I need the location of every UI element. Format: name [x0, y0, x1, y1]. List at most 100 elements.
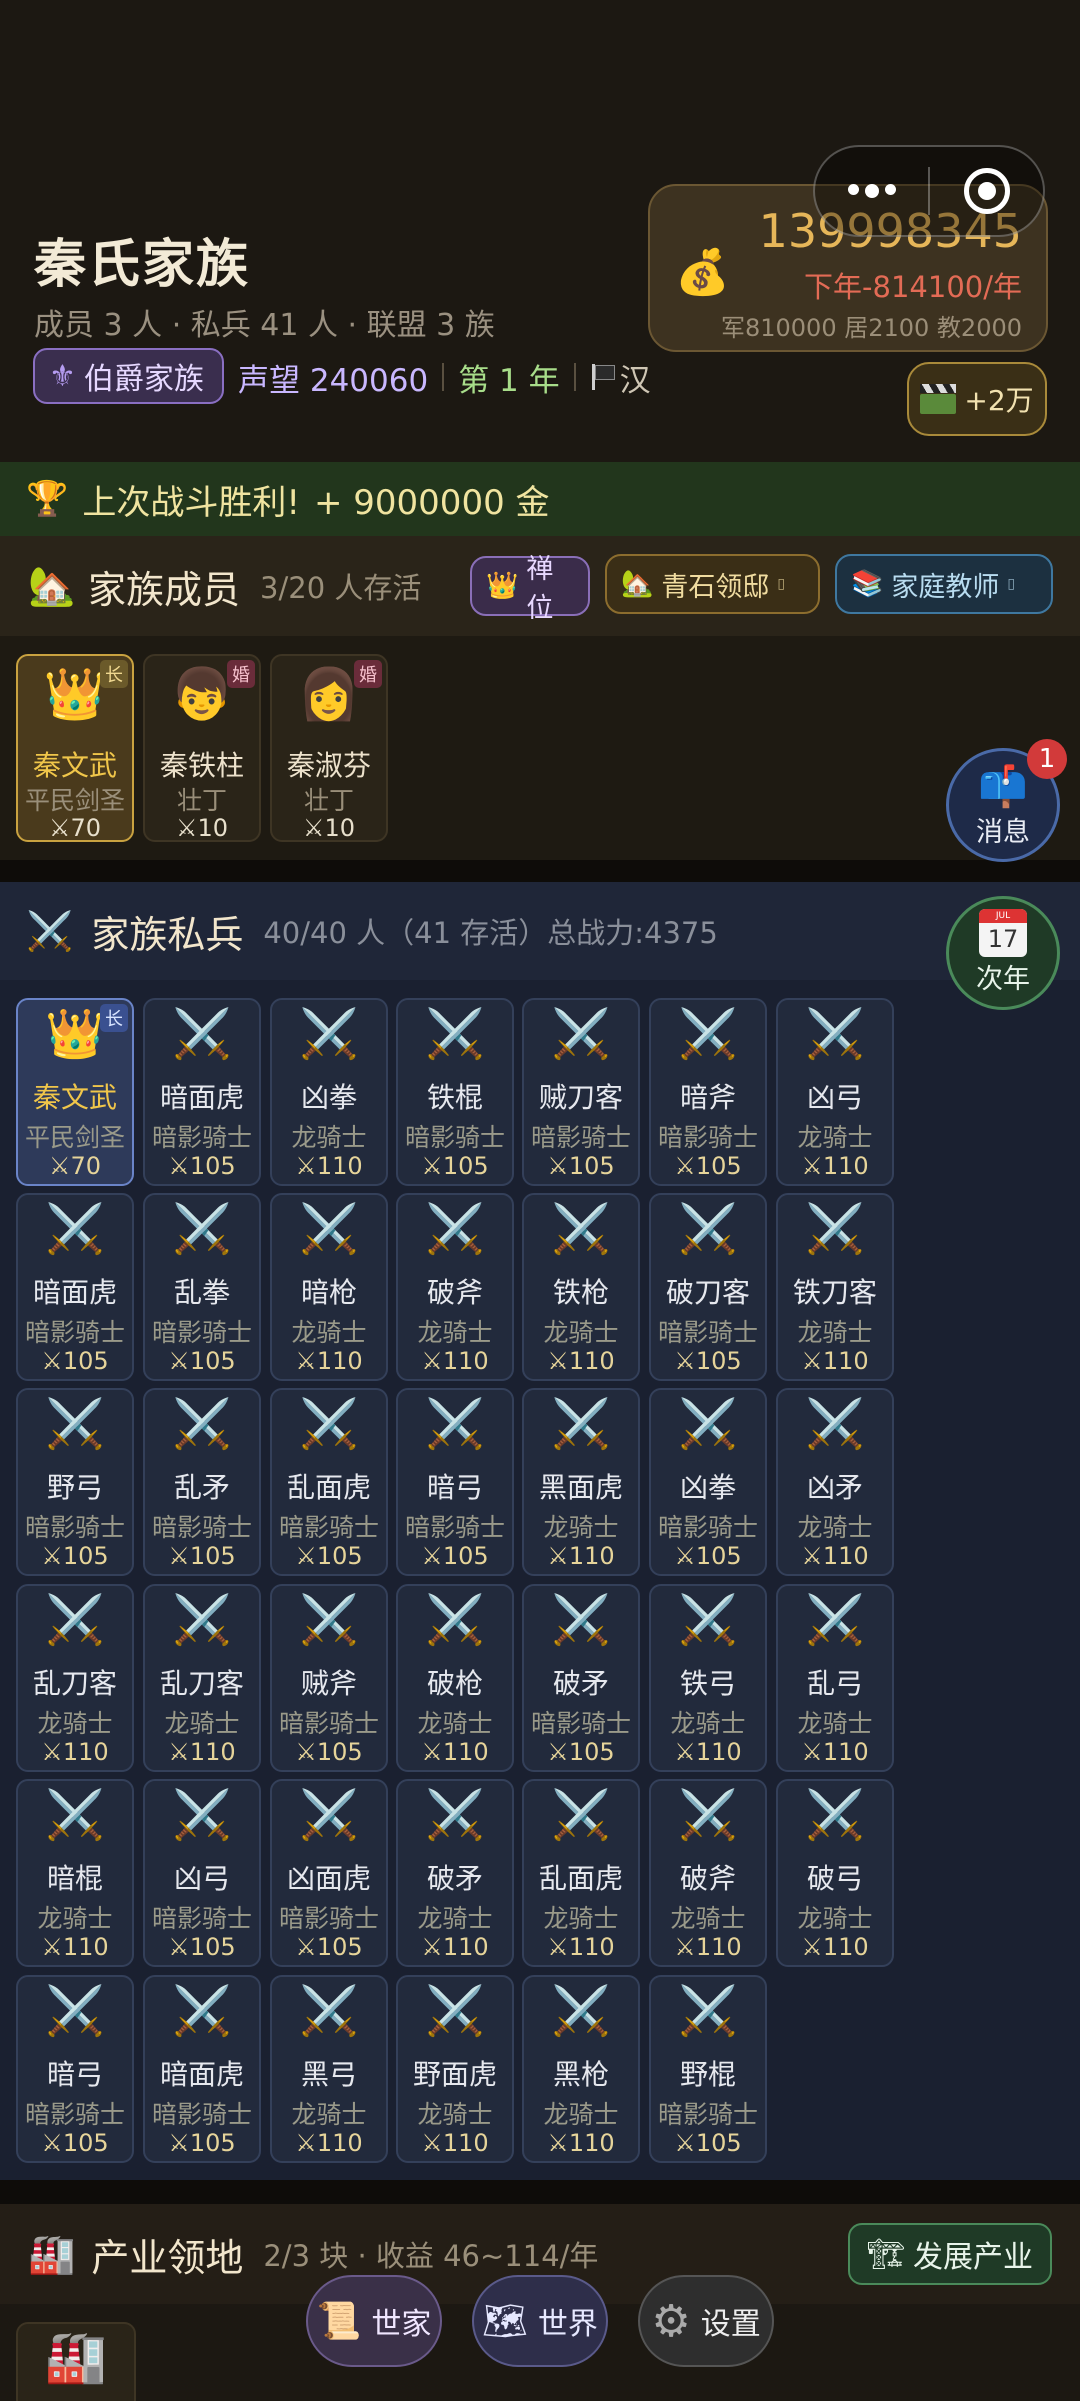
- soldier-card[interactable]: ⚔️ 乱刀客 龙骑士 ⚔110: [143, 1584, 261, 1772]
- soldiers-title: 家族私兵: [91, 912, 244, 957]
- soldier-card[interactable]: ⚔️ 贼斧 暗影骑士 ⚔105: [270, 1584, 388, 1772]
- title-badge[interactable]: ⚜ 伯爵家族: [33, 348, 224, 404]
- soldier-rank: 暗影骑士: [151, 1318, 252, 1347]
- crossed-swords-icon: ⚔️: [678, 1787, 738, 1843]
- soldier-power: ⚔105: [421, 1542, 489, 1570]
- soldier-power: ⚔110: [168, 1738, 236, 1766]
- title-badge-label: 伯爵家族: [83, 362, 204, 397]
- more-dots-icon: [847, 184, 896, 198]
- abdicate-button[interactable]: 👑 禅位: [470, 554, 590, 624]
- soldier-card[interactable]: ⚔️ 破弓 龙骑士 ⚔110: [776, 1779, 894, 1967]
- manor-button[interactable]: 🏡 青石领邸 ▯: [605, 554, 820, 614]
- soldiers-count: 40/40 人（41 存活）总战力:4375: [263, 916, 718, 950]
- soldier-card[interactable]: ⚔️ 暗枪 龙骑士 ⚔110: [270, 1193, 388, 1381]
- family-name: 秦氏家族: [34, 235, 251, 295]
- soldier-card[interactable]: ⚔️ 野棍 暗影骑士 ⚔105: [649, 1975, 767, 2163]
- member-rank: 壮丁: [176, 786, 227, 815]
- soldier-card[interactable]: ⚔️ 铁刀客 龙骑士 ⚔110: [776, 1193, 894, 1381]
- soldier-card[interactable]: ⚔️ 凶拳 龙骑士 ⚔110: [270, 998, 388, 1186]
- soldier-card[interactable]: ⚔️ 野面虎 龙骑士 ⚔110: [396, 1975, 514, 2163]
- soldier-card[interactable]: ⚔️ 破斧 龙骑士 ⚔110: [396, 1193, 514, 1381]
- crossed-swords-icon: ⚔️: [299, 1983, 359, 2039]
- reward-button[interactable]: +2万: [907, 362, 1047, 436]
- crossed-swords-icon: ⚔️: [172, 1006, 232, 1062]
- soldier-card[interactable]: ⚔️ 贼刀客 暗影骑士 ⚔105: [522, 998, 640, 1186]
- soldier-card[interactable]: ⚔️ 暗面虎 暗影骑士 ⚔105: [143, 1975, 261, 2163]
- soldiers-grid: 👑 长秦文武 平民剑圣 ⚔70 ⚔️ 暗面虎 暗影骑士 ⚔105 ⚔️ 凶拳 龙骑士 ⚔110 ⚔️ 铁棍…: [0, 980, 1080, 2180]
- crown-icon: 👑: [486, 571, 519, 601]
- tutor-button[interactable]: 📚 家庭教师 ▯: [835, 554, 1053, 614]
- soldier-card[interactable]: ⚔️ 乱刀客 龙骑士 ⚔110: [16, 1584, 134, 1772]
- soldier-card[interactable]: ⚔️ 暗弓 暗影骑士 ⚔105: [16, 1975, 134, 2163]
- soldier-card[interactable]: ⚔️ 凶弓 龙骑士 ⚔110: [776, 998, 894, 1186]
- soldier-name: 破枪: [426, 1667, 483, 1700]
- crossed-swords-icon: ⚔️: [551, 1787, 611, 1843]
- income-forecast: 下年-814100/年: [804, 270, 1022, 304]
- crossed-swords-icon: ⚔️: [172, 1592, 232, 1648]
- victory-banner: 🏆 上次战斗胜利! + 9000000 金: [0, 462, 1080, 536]
- soldier-card[interactable]: ⚔️ 野弓 暗影骑士 ⚔105: [16, 1388, 134, 1576]
- soldier-power: ⚔105: [168, 1347, 236, 1375]
- close-mini-program-button[interactable]: [930, 147, 1043, 235]
- soldier-rank: 暗影骑士: [657, 1513, 758, 1542]
- soldier-name: 凶拳: [679, 1471, 736, 1504]
- more-button[interactable]: [815, 147, 928, 235]
- soldier-card[interactable]: ⚔️ 暗面虎 暗影骑士 ⚔105: [143, 998, 261, 1186]
- soldier-power: ⚔110: [801, 1933, 869, 1961]
- develop-industry-button[interactable]: 🏗 发展产业: [848, 2223, 1052, 2285]
- soldier-card[interactable]: ⚔️ 暗面虎 暗影骑士 ⚔105: [16, 1193, 134, 1381]
- soldier-card[interactable]: ⚔️ 乱矛 暗影骑士 ⚔105: [143, 1388, 261, 1576]
- soldier-card[interactable]: ⚔️ 破斧 龙骑士 ⚔110: [649, 1779, 767, 1967]
- soldier-name: 凶面虎: [286, 1862, 371, 1895]
- soldier-card[interactable]: ⚔️ 暗弓 暗影骑士 ⚔105: [396, 1388, 514, 1576]
- nav-world-button[interactable]: 🗺 世界: [472, 2275, 608, 2367]
- soldier-rank: 暗影骑士: [657, 2100, 758, 2129]
- crossed-swords-icon: ⚔️: [678, 1592, 738, 1648]
- money-bag-icon: 💰: [675, 247, 730, 298]
- soldier-card[interactable]: ⚔️ 凶弓 暗影骑士 ⚔105: [143, 1779, 261, 1967]
- members-title: 家族成员: [88, 567, 241, 612]
- calendar-icon: JUL 17: [979, 909, 1027, 957]
- nav-family-button[interactable]: 📜 世家: [306, 2275, 442, 2367]
- soldier-rank: 龙骑士: [797, 1513, 873, 1542]
- nation-info: 汉: [590, 355, 651, 400]
- soldier-card[interactable]: ⚔️ 破刀客 暗影骑士 ⚔105: [649, 1193, 767, 1381]
- crossed-swords-icon: ⚔️: [805, 1201, 865, 1257]
- soldier-card[interactable]: ⚔️ 破枪 龙骑士 ⚔110: [396, 1584, 514, 1772]
- industry-card[interactable]: 🏭: [16, 2322, 136, 2401]
- soldier-card[interactable]: ⚔️ 乱面虎 暗影骑士 ⚔105: [270, 1388, 388, 1576]
- soldier-name: 破刀客: [665, 1276, 750, 1309]
- soldier-rank: 龙骑士: [670, 1709, 746, 1738]
- soldier-card[interactable]: ⚔️ 乱弓 龙骑士 ⚔110: [776, 1584, 894, 1772]
- soldier-rank: 龙骑士: [543, 2100, 619, 2129]
- next-year-button[interactable]: JUL 17 次年: [946, 896, 1060, 1010]
- member-card[interactable]: 👑 长 秦文武 平民剑圣 ⚔70: [16, 654, 134, 842]
- soldier-card[interactable]: ⚔️ 破矛 暗影骑士 ⚔105: [522, 1584, 640, 1772]
- crossed-swords-icon: ⚔️: [805, 1396, 865, 1452]
- soldier-card[interactable]: 👑 长秦文武 平民剑圣 ⚔70: [16, 998, 134, 1186]
- soldier-rank: 龙骑士: [291, 1318, 367, 1347]
- soldier-card[interactable]: ⚔️ 凶矛 龙骑士 ⚔110: [776, 1388, 894, 1576]
- divider: [573, 363, 576, 391]
- soldier-card[interactable]: ⚔️ 铁枪 龙骑士 ⚔110: [522, 1193, 640, 1381]
- soldier-card[interactable]: ⚔️ 破矛 龙骑士 ⚔110: [396, 1779, 514, 1967]
- soldier-card[interactable]: ⚔️ 铁棍 暗影骑士 ⚔105: [396, 998, 514, 1186]
- member-card[interactable]: 👩 婚 秦淑芬 壮丁 ⚔10: [270, 654, 388, 842]
- crossed-swords-icon: ⚔️: [805, 1787, 865, 1843]
- member-name: 秦文武: [32, 749, 117, 782]
- soldier-card[interactable]: ⚔️ 暗斧 暗影骑士 ⚔105: [649, 998, 767, 1186]
- soldier-card[interactable]: ⚔️ 凶面虎 暗影骑士 ⚔105: [270, 1779, 388, 1967]
- member-card[interactable]: 👦 婚 秦铁柱 壮丁 ⚔10: [143, 654, 261, 842]
- soldier-card[interactable]: ⚔️ 乱拳 暗影骑士 ⚔105: [143, 1193, 261, 1381]
- soldier-card[interactable]: ⚔️ 铁弓 龙骑士 ⚔110: [649, 1584, 767, 1772]
- crossed-swords-icon: ⚔️: [425, 1592, 485, 1648]
- soldier-card[interactable]: ⚔️ 黑枪 龙骑士 ⚔110: [522, 1975, 640, 2163]
- crossed-swords-icon: ⚔️: [45, 1592, 105, 1648]
- soldier-card[interactable]: ⚔️ 黑面虎 龙骑士 ⚔110: [522, 1388, 640, 1576]
- soldier-card[interactable]: ⚔️ 凶拳 暗影骑士 ⚔105: [649, 1388, 767, 1576]
- soldier-rank: 暗影骑士: [24, 2100, 125, 2129]
- soldier-card[interactable]: ⚔️ 乱面虎 龙骑士 ⚔110: [522, 1779, 640, 1967]
- soldier-card[interactable]: ⚔️ 黑弓 龙骑士 ⚔110: [270, 1975, 388, 2163]
- nav-settings-button[interactable]: ⚙ 设置: [638, 2275, 774, 2367]
- soldier-card[interactable]: ⚔️ 暗棍 龙骑士 ⚔110: [16, 1779, 134, 1967]
